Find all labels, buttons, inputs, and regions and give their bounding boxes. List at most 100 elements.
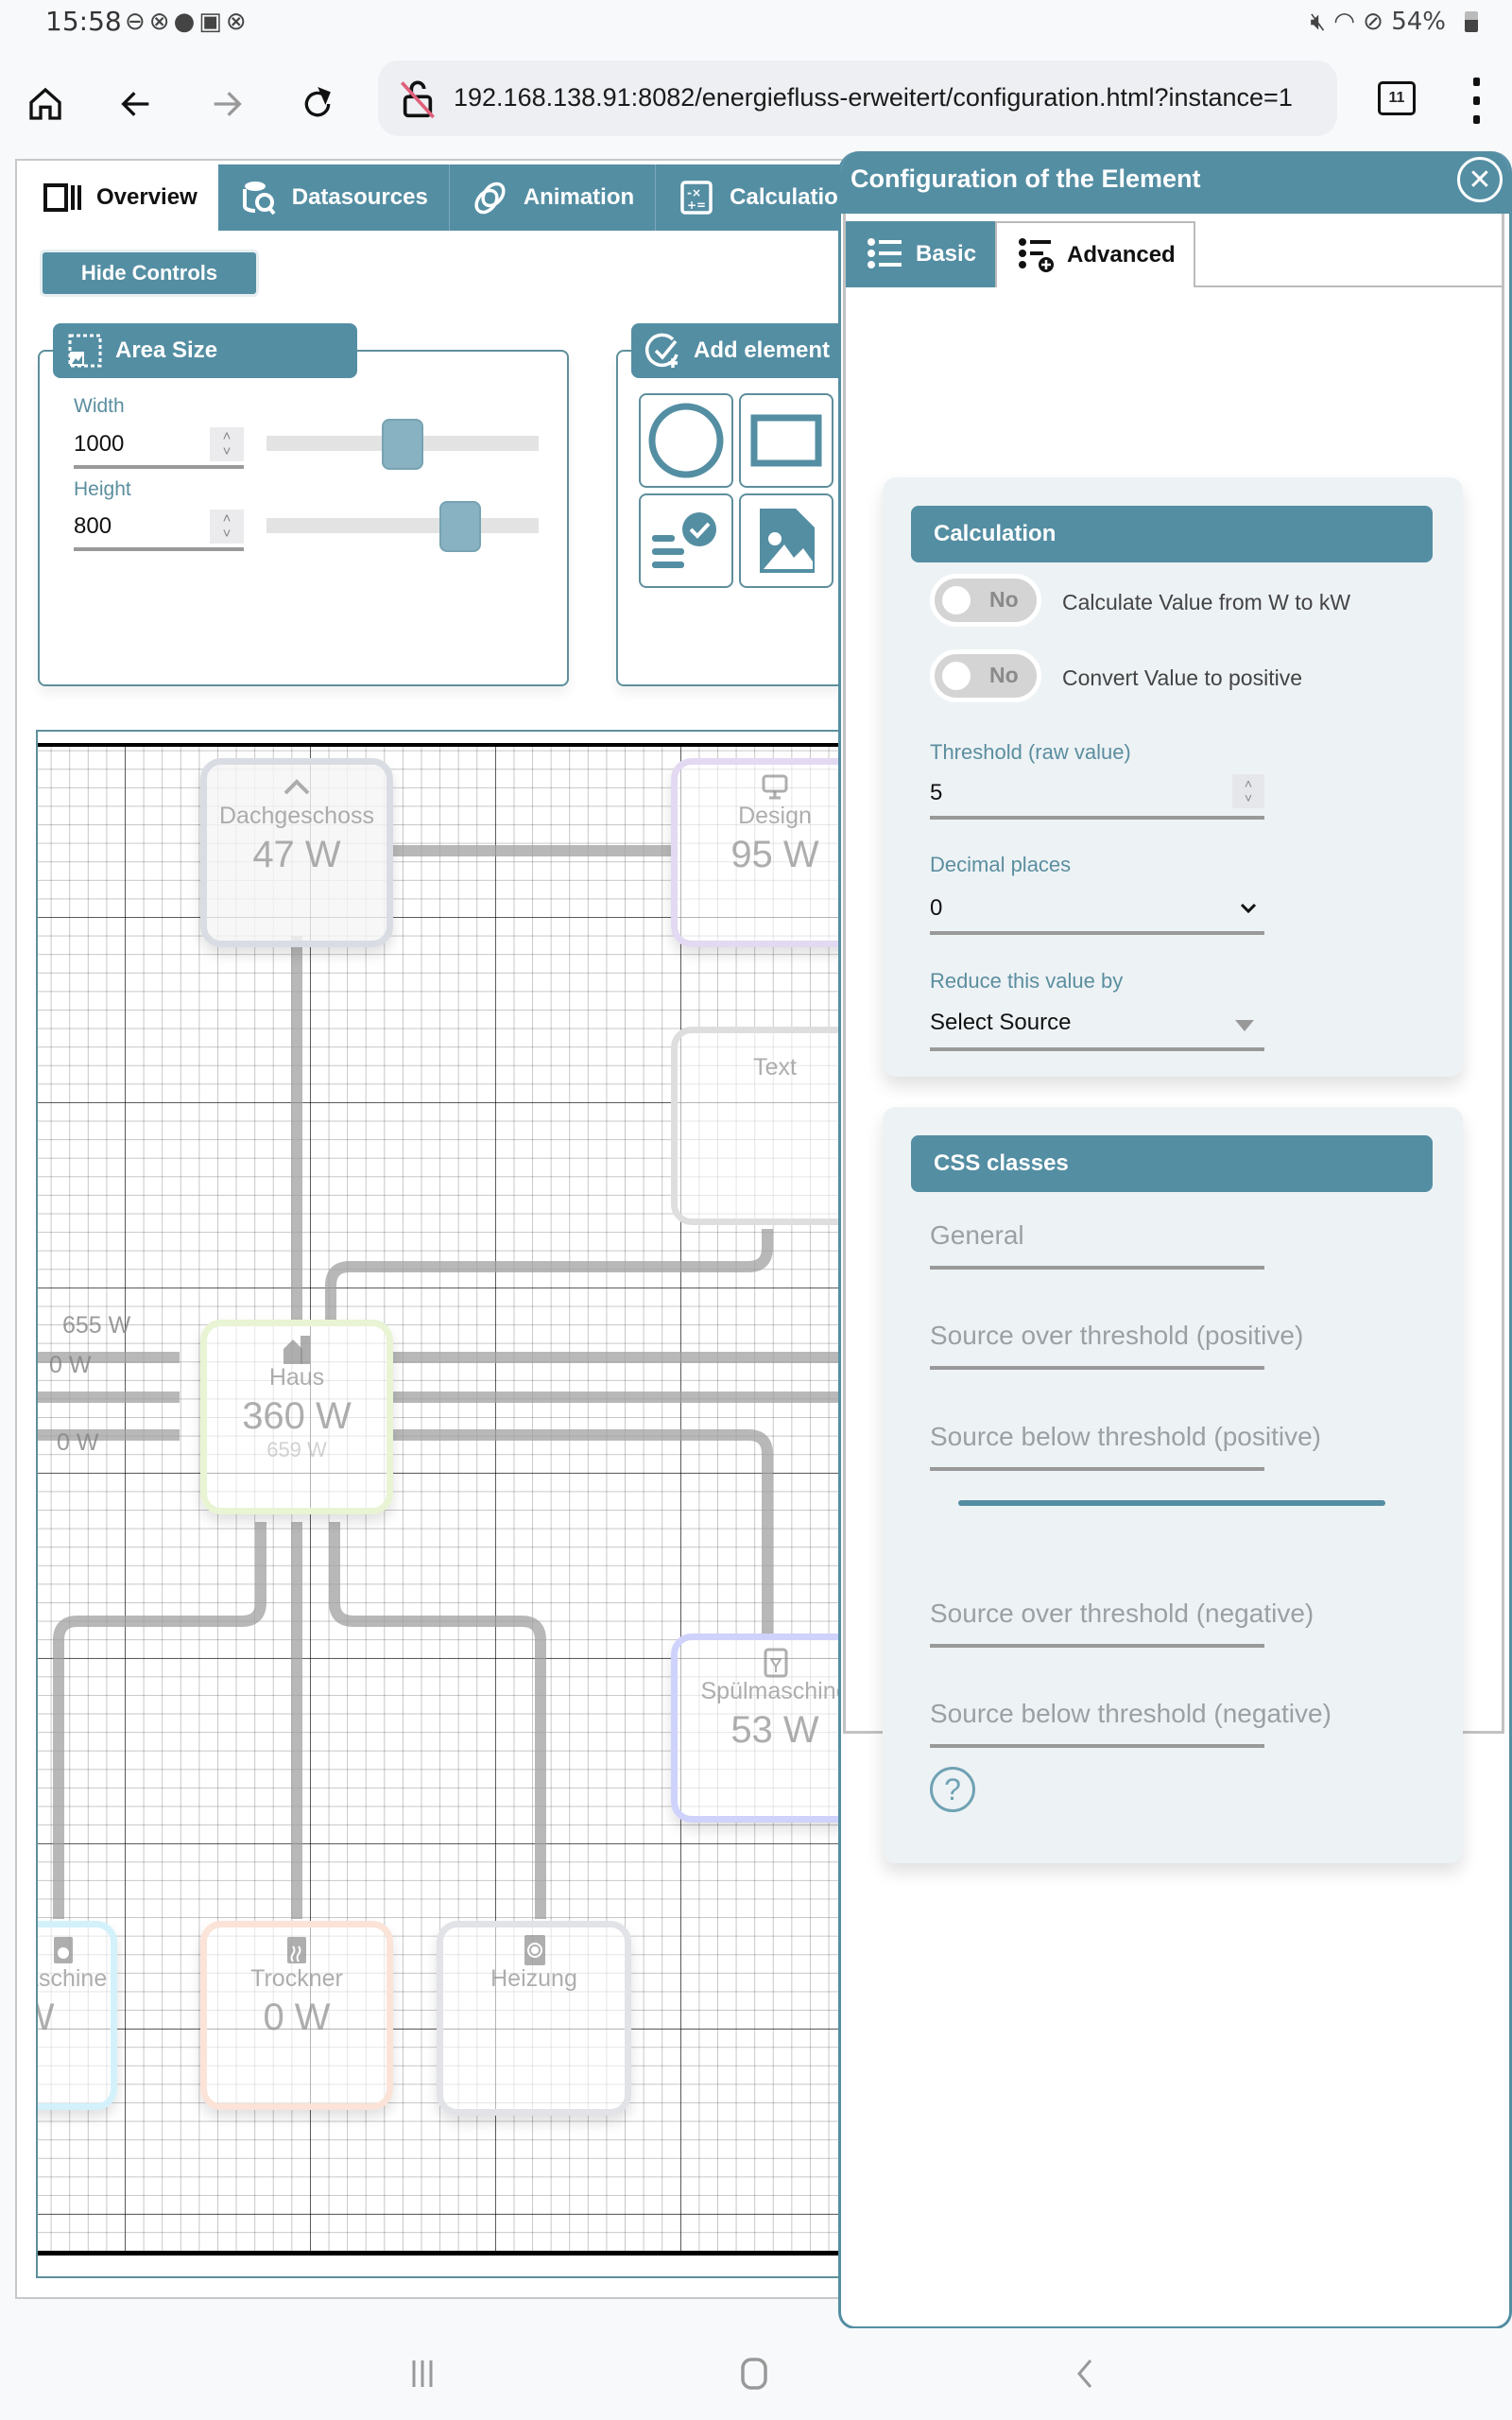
area-size-title: Area Size: [115, 337, 218, 363]
roof-icon: [284, 779, 310, 795]
toggle-convert-positive[interactable]: No: [930, 649, 1041, 702]
back-button[interactable]: [110, 78, 163, 130]
node-label: Dachgeschoss: [219, 803, 374, 829]
reload-button[interactable]: [291, 78, 344, 130]
reduce-by-select[interactable]: Select Source: [930, 1002, 1264, 1051]
chevron-down-icon: [1240, 903, 1257, 914]
node-label: Text: [753, 1054, 797, 1080]
width-label: Width: [74, 395, 125, 417]
width-input[interactable]: 1000 ˄ ˅: [74, 424, 244, 469]
height-stepper[interactable]: ˄ ˅: [210, 510, 244, 544]
toggle-w-to-kw[interactable]: No: [930, 574, 1041, 627]
height-slider[interactable]: [266, 501, 539, 552]
browser-menu-button[interactable]: [1465, 72, 1487, 129]
node-value: 47 W: [252, 834, 341, 875]
tab-label: Advanced: [1067, 242, 1176, 268]
node-design[interactable]: Design 95 W: [671, 758, 847, 947]
tab-switcher-button[interactable]: 11: [1378, 81, 1416, 115]
image-file-icon: [760, 509, 815, 573]
add-text-button[interactable]: [639, 493, 733, 588]
config-title: Configuration of the Element: [850, 164, 1201, 193]
wire-text-haus: [325, 1229, 773, 1323]
home-nav-button[interactable]: [737, 2355, 771, 2393]
node-label: Spülmaschine: [700, 1678, 849, 1704]
css-over-positive-input[interactable]: Source over threshold (positive): [930, 1313, 1303, 1370]
main-tabs: Overview Datasources Animation -× += Calc…: [23, 164, 874, 231]
back-nav-button[interactable]: [1070, 2355, 1098, 2393]
flow-canvas-area: Dachgeschoss 47 W Design 95 W Text 655 W…: [36, 730, 849, 2278]
tab-datasources[interactable]: Datasources: [217, 164, 450, 231]
address-bar[interactable]: 192.168.138.91:8082/energiefluss-erweite…: [378, 60, 1337, 136]
clock: 15:58: [45, 6, 122, 37]
list-add-icon: [1018, 237, 1056, 273]
close-icon: ✕: [1468, 164, 1492, 196]
css-over-negative-input[interactable]: Source over threshold (negative): [930, 1591, 1314, 1648]
close-config-button[interactable]: ✕: [1457, 157, 1503, 202]
home-button[interactable]: [19, 78, 72, 130]
node-trockner[interactable]: Trockner 0 W: [200, 1921, 393, 2110]
node-text[interactable]: Text: [671, 1027, 847, 1225]
add-image-button[interactable]: [739, 493, 833, 588]
list-icon: [867, 236, 904, 272]
add-check-icon: [644, 332, 682, 370]
flow-label-0b: 0 W: [57, 1429, 99, 1456]
add-rectangle-button[interactable]: [739, 393, 833, 488]
width-slider[interactable]: [266, 419, 539, 470]
node-label: Trockner: [250, 1965, 343, 1992]
threshold-input[interactable]: 5 ˄ ˅: [930, 772, 1264, 820]
help-button[interactable]: ?: [930, 1767, 975, 1812]
wire-haus-wasch: [53, 1522, 266, 1919]
add-circle-button[interactable]: [639, 393, 733, 488]
flow-label-655: 655 W: [62, 1312, 131, 1339]
tab-basic[interactable]: Basic: [846, 221, 995, 287]
tab-animation[interactable]: Animation: [449, 164, 657, 231]
dishwasher-icon: [764, 1648, 788, 1678]
decimal-places-select[interactable]: 0: [930, 886, 1264, 935]
calculation-header: Calculation: [911, 506, 1433, 562]
css-classes-card: CSS classes General Source over threshol…: [883, 1107, 1463, 1863]
node-haus[interactable]: Haus 360 W 659 W: [200, 1320, 393, 1514]
css-below-negative-input[interactable]: Source below threshold (negative): [930, 1691, 1332, 1748]
dot: [1472, 114, 1480, 124]
forward-button[interactable]: [200, 78, 253, 130]
app-notification-icon: ●: [173, 8, 199, 36]
node-label: Haus: [268, 1364, 325, 1391]
css-general-input[interactable]: General: [930, 1213, 1264, 1270]
wifi-icon: ◠: [1333, 8, 1355, 36]
node-heizung[interactable]: Heizung: [437, 1921, 631, 2116]
calculator-icon: -× +=: [677, 181, 716, 215]
app-notification-icon: ⊗: [225, 8, 250, 36]
css-below-positive-placeholder: Source below threshold (positive): [930, 1422, 1321, 1451]
hide-controls-button[interactable]: Hide Controls: [40, 250, 259, 297]
gallery-icon: ▣: [198, 8, 226, 36]
rectangle-icon: [750, 414, 822, 467]
toggle-state: No: [989, 663, 1019, 687]
svg-text:-×: -×: [687, 186, 701, 199]
config-header: Configuration of the Element ✕: [841, 151, 1509, 214]
section-divider: [958, 1500, 1385, 1506]
css-below-positive-input[interactable]: Source below threshold (positive): [930, 1414, 1321, 1471]
toggle-knob: [942, 662, 971, 690]
flow-label-0a: 0 W: [49, 1352, 92, 1378]
node-value: 95 W: [730, 834, 819, 875]
battery-percent: 54%: [1391, 8, 1446, 36]
width-stepper[interactable]: ˄ ˅: [210, 427, 244, 461]
height-slider-thumb[interactable]: [439, 501, 481, 552]
wire-haus-spuel: [393, 1429, 773, 1635]
node-spuelmaschine[interactable]: Spülmaschine 53 W: [671, 1634, 849, 1823]
height-input[interactable]: 800 ˄ ˅: [74, 506, 244, 551]
node-value: 53 W: [730, 1709, 819, 1751]
insecure-lock-icon: [400, 80, 436, 119]
toggle-w-to-kw-label: Calculate Value from W to kW: [1062, 590, 1351, 614]
tab-advanced[interactable]: Advanced: [995, 221, 1195, 287]
recent-apps-button[interactable]: [406, 2355, 438, 2393]
node-waschmaschine[interactable]: Waschmaschine 0 W: [38, 1921, 117, 2110]
tab-overview[interactable]: Overview: [23, 164, 218, 231]
panel-icon: [43, 181, 83, 215]
node-dachgeschoss[interactable]: Dachgeschoss 47 W: [200, 758, 393, 947]
width-slider-thumb[interactable]: [382, 419, 423, 470]
decimal-places-label: Decimal places: [930, 853, 1072, 876]
css-general-placeholder: General: [930, 1220, 1024, 1250]
threshold-stepper[interactable]: ˄ ˅: [1232, 774, 1264, 808]
grid-canvas[interactable]: Dachgeschoss 47 W Design 95 W Text 655 W…: [38, 743, 849, 2256]
